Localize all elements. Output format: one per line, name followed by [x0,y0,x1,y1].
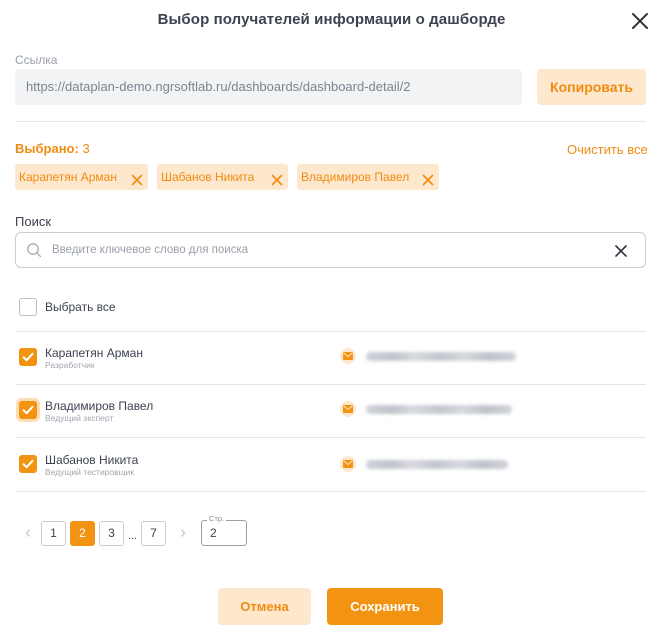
search-icon [27,243,42,258]
remove-chip-button[interactable] [421,170,435,186]
next-page-button[interactable] [179,528,187,541]
search-box [15,232,646,268]
page-button-current[interactable]: 2 [70,521,95,546]
page-button[interactable]: 3 [99,521,124,546]
check-icon [22,405,34,415]
recipient-role: Ведущий тестировщик [45,467,135,477]
page-jump-label: Стр. [207,514,227,524]
row-checkbox[interactable] [19,401,37,419]
check-icon [22,459,34,469]
close-icon [131,174,143,186]
page-button[interactable]: 1 [41,521,66,546]
divider [15,437,646,438]
check-icon [22,352,34,362]
mail-icon [340,401,356,417]
search-label: Поиск [15,214,52,229]
link-label: Ссылка [15,53,58,67]
recipient-name: Карапетян Арман [45,346,143,360]
close-icon [422,174,434,186]
remove-chip-button[interactable] [270,170,284,186]
recipient-name: Владимиров Павел [45,399,154,413]
page-button[interactable]: 7 [141,521,166,546]
chevron-left-icon [25,529,30,537]
page-jump-input[interactable] [210,525,242,541]
clear-all-link[interactable]: Очистить все [567,142,648,157]
selected-count-label: Выбрано: 3 [15,141,90,156]
recipient-email-redacted [366,405,512,414]
mail-icon [340,348,356,364]
recipient-role: Разработчик [45,360,95,370]
recipient-email-redacted [366,352,516,361]
select-all-label: Выбрать все [45,300,116,314]
chip-label: Шабанов Никита [161,170,255,184]
page-jump-field: Стр. [201,514,247,546]
select-all-checkbox[interactable] [19,298,37,316]
copy-button[interactable]: Копировать [537,69,646,105]
link-field[interactable]: https://dataplan-demo.ngrsoftlab.ru/dash… [15,69,522,105]
row-checkbox[interactable] [19,348,37,366]
recipient-email-redacted [366,460,508,469]
chevron-right-icon [181,529,186,537]
divider [15,491,646,492]
selected-label-text: Выбрано: [15,141,79,156]
chip-label: Владимиров Павел [301,170,410,184]
recipient-role: Ведущий эксперт [45,413,114,423]
divider [15,121,646,122]
close-icon [271,174,283,186]
selected-chip: Владимиров Павел [297,164,439,190]
close-button[interactable] [628,9,652,33]
close-icon [632,13,648,29]
row-checkbox[interactable] [19,455,37,473]
cancel-button[interactable]: Отмена [218,588,311,625]
selected-chip: Карапетян Арман [15,164,148,190]
close-icon [615,245,627,257]
recipients-dialog: Выбор получателей информации о дашборде … [0,0,663,640]
selected-chip: Шабанов Никита [157,164,288,190]
divider [15,331,646,332]
chip-label: Карапетян Арман [19,170,117,184]
remove-chip-button[interactable] [130,170,144,186]
dialog-title: Выбор получателей информации о дашборде [157,11,506,28]
search-input[interactable] [52,233,612,267]
prev-page-button[interactable] [24,528,32,541]
selected-count: 3 [82,141,90,156]
mail-icon [340,456,356,472]
save-button[interactable]: Сохранить [327,588,443,625]
divider [15,384,646,385]
clear-search-button[interactable] [613,243,629,259]
recipient-name: Шабанов Никита [45,453,139,467]
pagination-ellipsis: ... [128,530,138,542]
